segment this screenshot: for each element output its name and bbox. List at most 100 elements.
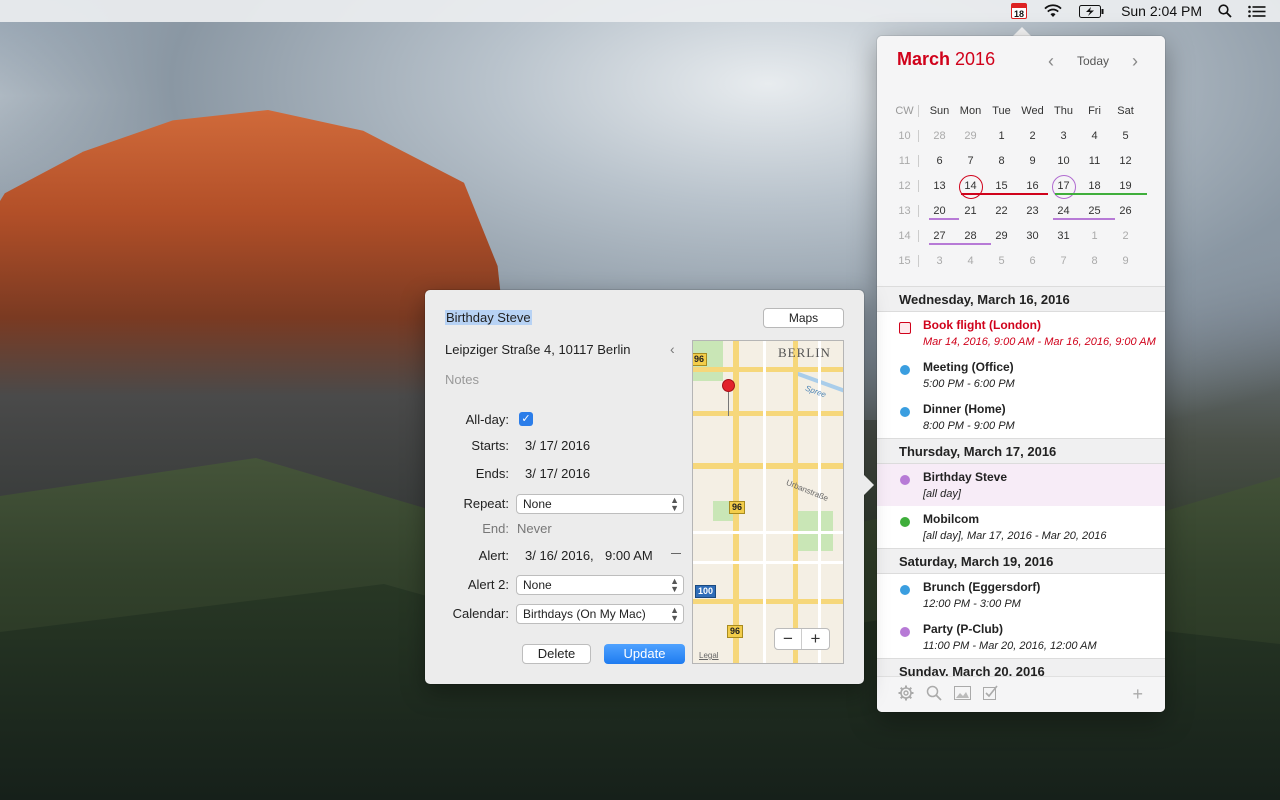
- day-cell[interactable]: 20: [924, 205, 955, 217]
- location-field[interactable]: Leipziger Straße 4, 10117 Berlin: [445, 342, 631, 357]
- day-cell[interactable]: 16: [1017, 180, 1048, 192]
- calendar-grid: CW Sun Mon Tue Wed Thu Fri Sat 10 28 29 …: [891, 98, 1157, 273]
- task-checkbox-icon[interactable]: [899, 322, 911, 334]
- selected-day-cell[interactable]: 17: [1048, 174, 1079, 199]
- day-cell[interactable]: 29: [955, 130, 986, 142]
- day-cell[interactable]: 1: [986, 130, 1017, 142]
- repeat-select[interactable]: None ▲ ▼: [516, 494, 684, 514]
- maps-button[interactable]: Maps: [763, 308, 844, 328]
- event-title: Party (P-Club): [923, 622, 1004, 636]
- day-cell[interactable]: 24: [1048, 205, 1079, 217]
- map-legal-link[interactable]: Legal: [699, 651, 719, 660]
- zoom-in-button[interactable]: +: [802, 629, 829, 649]
- weekday-label: Mon: [959, 104, 982, 117]
- today-day-cell[interactable]: 14: [955, 174, 986, 199]
- day-cell[interactable]: 6: [924, 155, 955, 167]
- map-road: [693, 411, 843, 416]
- day-cell[interactable]: 22: [986, 205, 1017, 217]
- day-cell[interactable]: 1: [1079, 230, 1110, 242]
- remove-alert-icon[interactable]: [671, 553, 681, 554]
- search-icon[interactable]: [926, 685, 942, 705]
- day-cell[interactable]: 5: [986, 255, 1017, 267]
- day-cell[interactable]: 3: [924, 255, 955, 267]
- event-span-underline-purple: [929, 243, 991, 245]
- day-cell[interactable]: 31: [1048, 230, 1079, 242]
- event-time: Mar 14, 2016, 9:00 AM - Mar 16, 2016, 9:…: [923, 336, 1156, 348]
- day-cell[interactable]: 7: [1048, 255, 1079, 267]
- spotlight-search-icon[interactable]: [1218, 4, 1232, 18]
- today-button[interactable]: Today: [1077, 54, 1109, 68]
- agenda-event-item[interactable]: Party (P-Club) 11:00 PM - Mar 20, 2016, …: [877, 616, 1165, 658]
- agenda-event-item[interactable]: Brunch (Eggersdorf) 12:00 PM - 3:00 PM: [877, 574, 1165, 616]
- allday-checkbox[interactable]: ✓: [519, 412, 533, 426]
- day-cell[interactable]: 23: [1017, 205, 1048, 217]
- day-cell[interactable]: 21: [955, 205, 986, 217]
- day-cell[interactable]: 6: [1017, 255, 1048, 267]
- day-cell[interactable]: 8: [986, 155, 1017, 167]
- day-cell[interactable]: 18: [1079, 180, 1110, 192]
- day-cell[interactable]: 9: [1017, 155, 1048, 167]
- day-cell[interactable]: 12: [1110, 155, 1141, 167]
- chevron-left-icon[interactable]: ‹: [670, 341, 675, 357]
- notes-field[interactable]: Notes: [445, 372, 479, 387]
- day-cell[interactable]: 30: [1017, 230, 1048, 242]
- day-cell[interactable]: 11: [1079, 155, 1110, 167]
- day-cell[interactable]: 13: [924, 180, 955, 192]
- battery-charging-icon[interactable]: [1079, 4, 1105, 18]
- notification-center-icon[interactable]: [1248, 5, 1266, 18]
- agenda-event-item[interactable]: Book flight (London) Mar 14, 2016, 9:00 …: [877, 312, 1165, 354]
- end-value[interactable]: Never: [517, 521, 552, 536]
- alert-time-field[interactable]: 9:00 AM: [605, 548, 653, 563]
- weekday-label: Thu: [1054, 104, 1073, 117]
- day-cell[interactable]: 5: [1110, 130, 1141, 142]
- day-cell[interactable]: 26: [1110, 205, 1141, 217]
- add-event-button[interactable]: +: [1132, 684, 1143, 705]
- location-map[interactable]: BERLIN Spree Urbanstraße 96 96 96 100 − …: [692, 340, 844, 664]
- day-cell[interactable]: 4: [1079, 130, 1110, 142]
- calendar-color-dot-icon: [900, 585, 910, 595]
- update-button[interactable]: Update: [604, 644, 685, 664]
- previous-month-chevron-left-icon[interactable]: ‹: [1048, 51, 1054, 72]
- day-cell[interactable]: 2: [1017, 130, 1048, 142]
- starts-date-field[interactable]: 3/ 17/ 2016: [525, 438, 590, 453]
- event-time: 12:00 PM - 3:00 PM: [923, 598, 1021, 610]
- agenda-list[interactable]: Wednesday, March 16, 2016 Book flight (L…: [877, 286, 1165, 676]
- day-cell[interactable]: 4: [955, 255, 986, 267]
- checkbox-icon[interactable]: [983, 685, 998, 704]
- calendar-menubar-icon[interactable]: 18: [1011, 3, 1028, 19]
- day-cell[interactable]: 15: [986, 180, 1017, 192]
- day-cell[interactable]: 10: [1048, 155, 1079, 167]
- day-cell[interactable]: 8: [1079, 255, 1110, 267]
- agenda-event-item-selected[interactable]: Birthday Steve [all day]: [877, 464, 1165, 506]
- map-pin-icon[interactable]: [722, 379, 735, 392]
- event-title-field[interactable]: Birthday Steve: [445, 310, 532, 325]
- day-cell[interactable]: 3: [1048, 130, 1079, 142]
- day-cell[interactable]: 28: [955, 230, 986, 242]
- agenda-event-item[interactable]: Meeting (Office) 5:00 PM - 6:00 PM: [877, 354, 1165, 396]
- image-icon[interactable]: [954, 685, 971, 704]
- day-cell[interactable]: 27: [924, 230, 955, 242]
- week-row: 15 3 4 5 6 7 8 9: [891, 248, 1157, 273]
- week-number: 15: [891, 254, 919, 267]
- wifi-icon[interactable]: [1043, 4, 1063, 18]
- calendar-select[interactable]: Birthdays (On My Mac) ▲ ▼: [516, 604, 684, 624]
- day-cell[interactable]: 25: [1079, 205, 1110, 217]
- day-cell[interactable]: 28: [924, 130, 955, 142]
- event-time: 11:00 PM - Mar 20, 2016, 12:00 AM: [923, 640, 1097, 652]
- day-cell[interactable]: 7: [955, 155, 986, 167]
- alert-date-field[interactable]: 3/ 16/ 2016,: [525, 548, 594, 563]
- next-month-chevron-right-icon[interactable]: ›: [1132, 51, 1138, 72]
- gear-icon[interactable]: [898, 685, 914, 705]
- ends-date-field[interactable]: 3/ 17/ 2016: [525, 466, 590, 481]
- delete-button[interactable]: Delete: [522, 644, 591, 664]
- updown-chevron-icon: ▲ ▼: [670, 605, 679, 623]
- day-cell[interactable]: 29: [986, 230, 1017, 242]
- day-cell[interactable]: 19: [1110, 180, 1141, 192]
- day-cell[interactable]: 2: [1110, 230, 1141, 242]
- agenda-event-item[interactable]: Dinner (Home) 8:00 PM - 9:00 PM: [877, 396, 1165, 438]
- zoom-out-button[interactable]: −: [775, 629, 803, 649]
- agenda-event-item[interactable]: Mobilcom [all day], Mar 17, 2016 - Mar 2…: [877, 506, 1165, 548]
- alert2-select[interactable]: None ▲ ▼: [516, 575, 684, 595]
- day-cell[interactable]: 9: [1110, 255, 1141, 267]
- menubar-clock[interactable]: Sun 2:04 PM: [1121, 3, 1202, 19]
